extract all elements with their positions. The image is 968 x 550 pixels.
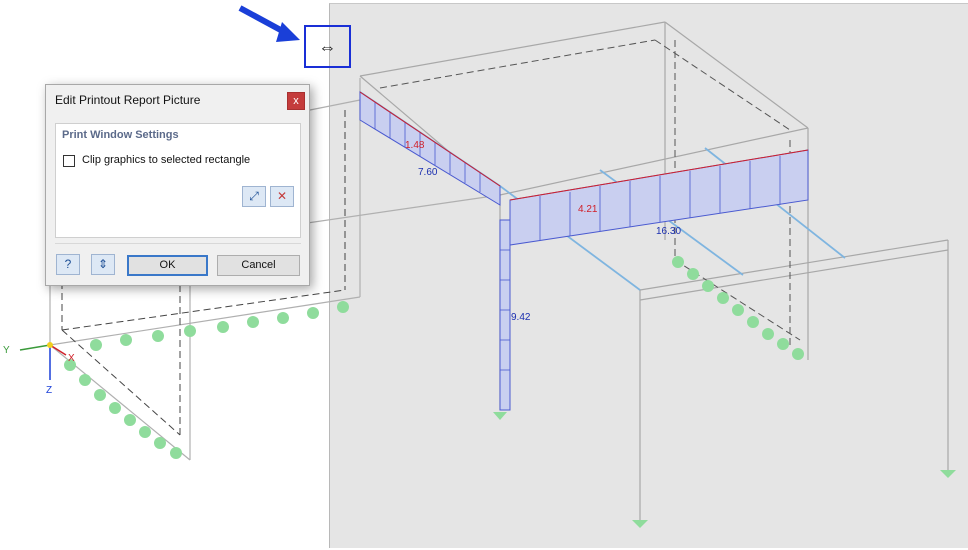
fit-vertical-icon: ⇕ [97, 257, 109, 271]
section-title: Print Window Settings [62, 129, 179, 141]
dialog-title: Edit Printout Report Picture [55, 93, 201, 107]
help-icon: ? [64, 257, 72, 271]
axis-label-x: X [68, 353, 75, 364]
clip-graphics-label[interactable]: Clip graphics to selected rectangle [82, 154, 250, 166]
value-label: 4.21 [578, 204, 598, 215]
clear-selection-icon: ✕ [276, 189, 288, 203]
cancel-button[interactable]: Cancel [217, 255, 300, 276]
top-frame [359, 21, 949, 520]
horizontal-resize-cursor-icon: ⇔ [318, 36, 337, 57]
axis-label-y: Y [3, 345, 10, 356]
separator [55, 243, 301, 244]
zoom-fit-button[interactable]: ⤢ [242, 186, 266, 207]
clip-graphics-checkbox[interactable] [63, 155, 75, 167]
fit-height-button[interactable]: ⇕ [91, 254, 115, 275]
value-label: 9.42 [511, 312, 531, 323]
axis-label-z: Z [46, 385, 53, 396]
zoom-fit-icon: ⤢ [249, 189, 259, 203]
resize-cursor-highlight[interactable]: ⇔ [304, 25, 351, 68]
ok-button[interactable]: OK [127, 255, 208, 276]
print-window-settings-panel: Print Window Settings Clip graphics to s… [55, 123, 301, 238]
force-diagram-column [499, 219, 511, 411]
edit-printout-report-picture-dialog[interactable]: Edit Printout Report Picture x Print Win… [45, 84, 310, 286]
close-button[interactable]: x [287, 92, 305, 110]
help-button[interactable]: ? [56, 254, 80, 275]
coordinate-axes [19, 342, 67, 380]
value-label: 1.48 [405, 140, 425, 151]
value-label: 7.60 [418, 167, 438, 178]
value-label: 16.30 [656, 226, 682, 237]
reset-selection-button[interactable]: ✕ [270, 186, 294, 207]
pointer-arrow-icon [238, 5, 300, 42]
force-diagram-left [359, 91, 501, 206]
